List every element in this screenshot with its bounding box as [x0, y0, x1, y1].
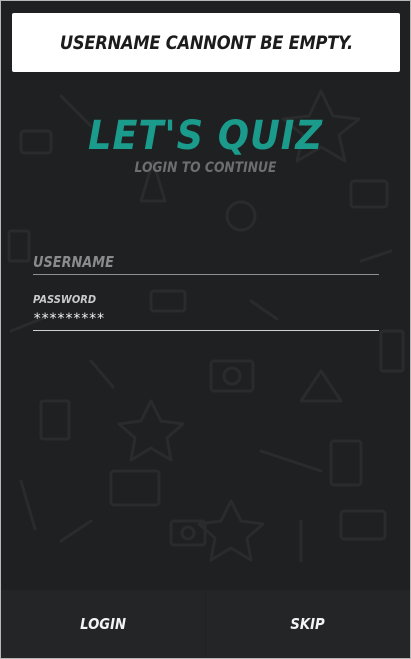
- login-screen: USERNAME CANNONT BE EMPTY. LET'S QUIZ LO…: [0, 0, 411, 659]
- password-value: *********: [33, 311, 105, 327]
- skip-button[interactable]: SKIP: [206, 590, 410, 658]
- skip-button-label: SKIP: [290, 615, 326, 633]
- username-field[interactable]: USERNAME: [33, 253, 379, 275]
- login-button-label: LOGIN: [80, 615, 126, 633]
- username-placeholder: USERNAME: [33, 253, 114, 271]
- action-bar: LOGIN SKIP: [1, 590, 410, 658]
- app-title: LET'S QUIZ: [87, 113, 324, 159]
- login-button[interactable]: LOGIN: [1, 590, 205, 658]
- error-message: USERNAME CANNONT BE EMPTY.: [59, 31, 353, 54]
- error-toast: USERNAME CANNONT BE EMPTY.: [12, 13, 400, 72]
- login-subtitle: LOGIN TO CONTINUE: [134, 160, 277, 176]
- password-label: PASSWORD: [33, 293, 97, 306]
- password-field[interactable]: *********: [33, 309, 379, 331]
